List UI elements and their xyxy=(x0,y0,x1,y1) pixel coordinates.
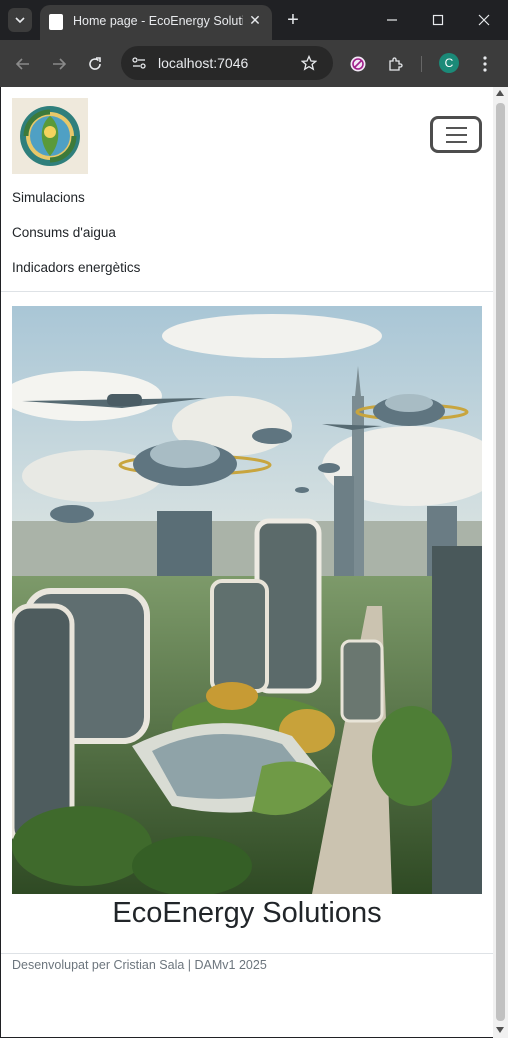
nav-link-simulacions[interactable]: Simulacions xyxy=(12,190,85,205)
tab-search-button[interactable] xyxy=(8,8,32,32)
extension-blocker-icon[interactable] xyxy=(346,52,370,76)
url-text: localhost:7046 xyxy=(158,55,249,71)
scroll-up-arrow-icon[interactable] xyxy=(496,90,504,96)
site-title: EcoEnergy Solutions xyxy=(112,897,382,929)
back-icon[interactable] xyxy=(11,52,35,76)
hamburger-line xyxy=(445,133,467,136)
browser-menu-icon[interactable] xyxy=(473,52,497,76)
navbar-toggler-button[interactable] xyxy=(430,116,482,153)
nav-link-consums-aigua[interactable]: Consums d'aigua xyxy=(12,225,116,240)
new-tab-button[interactable]: + xyxy=(282,9,304,31)
hamburger-line xyxy=(445,126,467,129)
reload-icon[interactable] xyxy=(83,52,107,76)
close-window-icon[interactable] xyxy=(472,8,496,32)
address-bar[interactable]: localhost:7046 xyxy=(121,46,333,80)
forward-icon[interactable] xyxy=(47,52,71,76)
scrollbar-thumb[interactable] xyxy=(496,103,505,1021)
scroll-down-arrow-icon[interactable] xyxy=(496,1027,504,1033)
footer-credits: Desenvolupat per Cristian Sala | DAMv1 2… xyxy=(12,958,267,972)
tab-strip: Home page - EcoEnergy Solutio ✕ + xyxy=(0,0,508,40)
hamburger-line xyxy=(445,140,467,143)
bookmark-star-icon[interactable] xyxy=(297,51,321,75)
footer-divider xyxy=(1,953,493,954)
navbar-divider xyxy=(1,291,493,292)
hero-image-futuristic-city xyxy=(12,306,482,894)
page-viewport: Simulacions Consums d'aigua Indicadors e… xyxy=(1,87,493,1037)
site-settings-icon[interactable] xyxy=(127,51,151,75)
chevron-down-icon xyxy=(15,17,25,24)
close-tab-icon[interactable]: ✕ xyxy=(246,11,264,29)
tab-title: Home page - EcoEnergy Solutio xyxy=(73,14,243,28)
maximize-icon[interactable] xyxy=(426,8,450,32)
site-logo[interactable] xyxy=(12,98,88,174)
minimize-icon[interactable] xyxy=(380,8,404,32)
toolbar-divider xyxy=(421,56,422,72)
browser-toolbar: localhost:7046 C xyxy=(0,40,508,87)
browser-tab[interactable]: Home page - EcoEnergy Solutio ✕ xyxy=(40,5,272,40)
page-scrollbar[interactable] xyxy=(493,87,508,1038)
nav-link-indicadors-energetics[interactable]: Indicadors energètics xyxy=(12,260,140,275)
page-favicon-icon xyxy=(49,14,63,30)
extensions-puzzle-icon[interactable] xyxy=(383,52,407,76)
eco-globe-logo-icon xyxy=(12,98,88,174)
profile-avatar[interactable]: C xyxy=(439,53,459,73)
